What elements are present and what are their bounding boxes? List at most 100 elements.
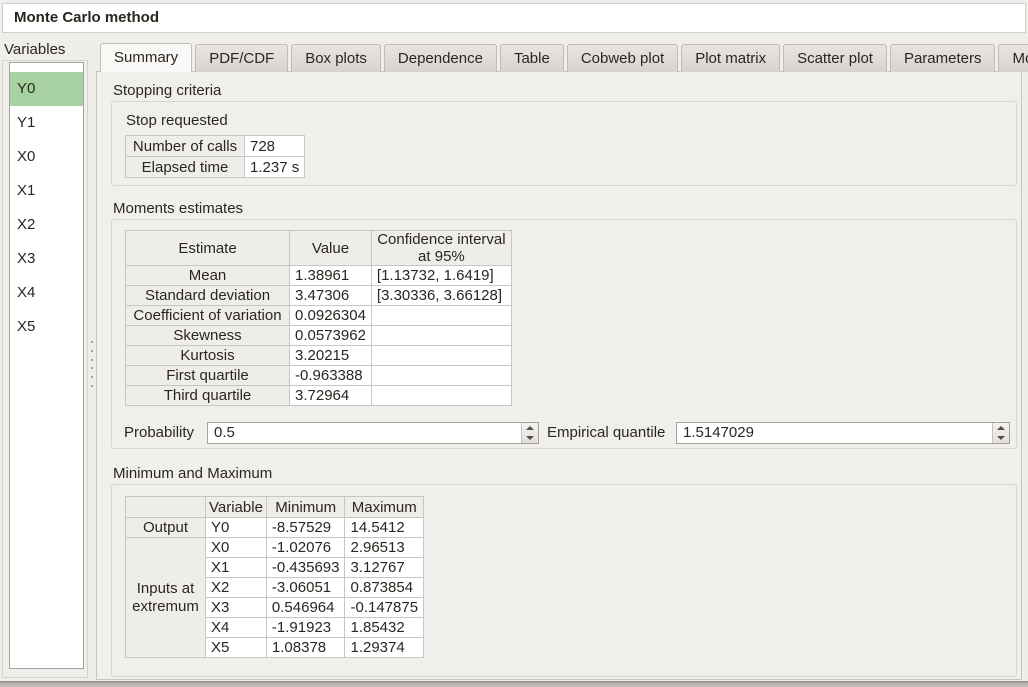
estimate-ci-cell <box>371 366 511 386</box>
tab-pdf-cdf[interactable]: PDF/CDF <box>195 44 288 72</box>
tab-bar: Summary PDF/CDF Box plots Dependence Tab… <box>100 43 1028 72</box>
estimate-label-cell: Mean <box>126 266 290 286</box>
minimum-cell: -1.91923 <box>266 618 345 638</box>
tab-scatter-plot[interactable]: Scatter plot <box>783 44 887 72</box>
sidebar-item-y1[interactable]: Y1 <box>10 106 83 140</box>
maximum-cell: 1.29374 <box>345 638 424 658</box>
tab-table[interactable]: Table <box>500 44 564 72</box>
minimum-cell: -0.435693 <box>266 558 345 578</box>
tab-parameters[interactable]: Parameters <box>890 44 996 72</box>
estimate-ci-cell <box>371 386 511 406</box>
sidebar-item-x4[interactable]: X4 <box>10 276 83 310</box>
estimate-label-cell: Third quartile <box>126 386 290 406</box>
variable-cell: X1 <box>206 558 267 578</box>
variable-cell: X5 <box>206 638 267 658</box>
tab-pane-summary: Stopping criteria Stop requested Number … <box>96 71 1022 680</box>
stopping-criteria-title: Stopping criteria <box>113 82 221 99</box>
probability-spinbox[interactable]: 0.5 <box>207 422 539 444</box>
table-row: Inputs at extremum X0 -1.02076 2.96513 <box>126 538 424 558</box>
table-row: Standard deviation 3.47306 [3.30336, 3.6… <box>126 286 512 306</box>
stopping-row-value: 728 <box>245 136 305 157</box>
estimate-value-cell: 1.38961 <box>290 266 372 286</box>
spin-down-button[interactable] <box>522 433 538 443</box>
maximum-cell: 14.5412 <box>345 518 424 538</box>
estimate-ci-cell <box>371 306 511 326</box>
moments-estimates-group: Estimate Value Confidence interval at 95… <box>111 219 1017 449</box>
spin-up-button[interactable] <box>993 423 1009 433</box>
minimum-cell: 0.546964 <box>266 598 345 618</box>
minmax-header-maximum: Maximum <box>345 497 424 518</box>
estimate-label-cell: Coefficient of variation <box>126 306 290 326</box>
tab-box-plots[interactable]: Box plots <box>291 44 381 72</box>
estimate-value-cell: -0.963388 <box>290 366 372 386</box>
minimum-cell: -1.02076 <box>266 538 345 558</box>
sidebar-item-x1[interactable]: X1 <box>10 174 83 208</box>
estimate-label-cell: Standard deviation <box>126 286 290 306</box>
spin-down-button[interactable] <box>993 433 1009 443</box>
estimate-value-cell: 3.47306 <box>290 286 372 306</box>
minimum-cell: -3.06051 <box>266 578 345 598</box>
moments-header-value: Value <box>290 231 372 266</box>
quantile-spin-buttons <box>992 423 1009 443</box>
table-row: Number of calls 728 <box>126 136 305 157</box>
table-row: First quartile -0.963388 <box>126 366 512 386</box>
table-header-row: Variable Minimum Maximum <box>126 497 424 518</box>
variable-cell: Y0 <box>206 518 267 538</box>
moments-estimates-title: Moments estimates <box>113 200 243 217</box>
sidebar-item-x5[interactable]: X5 <box>10 310 83 344</box>
estimate-value-cell: 0.0926304 <box>290 306 372 326</box>
inputs-group-cell: Inputs at extremum <box>126 538 206 658</box>
table-row: Elapsed time 1.237 s <box>126 157 305 178</box>
estimate-ci-cell <box>371 346 511 366</box>
estimate-ci-cell <box>371 326 511 346</box>
tab-summary[interactable]: Summary <box>100 43 192 72</box>
stopping-table: Number of calls 728 Elapsed time 1.237 s <box>125 135 305 178</box>
tab-dependence[interactable]: Dependence <box>384 44 497 72</box>
variables-list[interactable]: Y0 Y1 X0 X1 X2 X3 X4 X5 <box>9 62 84 669</box>
stopping-row-value: 1.237 s <box>245 157 305 178</box>
moments-header-confidence-interval: Confidence interval at 95% <box>371 231 511 266</box>
table-row: Mean 1.38961 [1.13732, 1.6419] <box>126 266 512 286</box>
output-group-cell: Output <box>126 518 206 538</box>
window-bottom-edge <box>0 681 1028 687</box>
tab-model[interactable]: Model <box>998 44 1028 72</box>
estimate-label-cell: First quartile <box>126 366 290 386</box>
probability-spin-buttons <box>521 423 538 443</box>
table-row: Output Y0 -8.57529 14.5412 <box>126 518 424 538</box>
stop-requested-status: Stop requested <box>126 112 228 129</box>
minimum-maximum-title: Minimum and Maximum <box>113 465 272 482</box>
estimate-label-cell: Skewness <box>126 326 290 346</box>
minimum-cell: 1.08378 <box>266 638 345 658</box>
moments-table: Estimate Value Confidence interval at 95… <box>125 230 512 406</box>
sidebar-item-x2[interactable]: X2 <box>10 208 83 242</box>
table-row: Skewness 0.0573962 <box>126 326 512 346</box>
minimum-cell: -8.57529 <box>266 518 345 538</box>
probability-label: Probability <box>124 422 194 444</box>
probability-value[interactable]: 0.5 <box>208 423 521 443</box>
tab-cobweb-plot[interactable]: Cobweb plot <box>567 44 678 72</box>
maximum-cell: -0.147875 <box>345 598 424 618</box>
stopping-row-label: Number of calls <box>126 136 245 157</box>
maximum-cell: 3.12767 <box>345 558 424 578</box>
sidebar-item-y0[interactable]: Y0 <box>10 72 83 106</box>
sidebar-item-x3[interactable]: X3 <box>10 242 83 276</box>
variable-cell: X3 <box>206 598 267 618</box>
minmax-header-empty <box>126 497 206 518</box>
empirical-quantile-spinbox[interactable]: 1.5147029 <box>676 422 1010 444</box>
splitter-handle[interactable] <box>90 341 93 387</box>
maximum-cell: 1.85432 <box>345 618 424 638</box>
variable-cell: X2 <box>206 578 267 598</box>
empirical-quantile-value[interactable]: 1.5147029 <box>677 423 992 443</box>
sidebar-item-x0[interactable]: X0 <box>10 140 83 174</box>
estimate-value-cell: 0.0573962 <box>290 326 372 346</box>
minmax-table: Variable Minimum Maximum Output Y0 -8.57… <box>125 496 424 658</box>
estimate-label-cell: Kurtosis <box>126 346 290 366</box>
minmax-header-minimum: Minimum <box>266 497 345 518</box>
maximum-cell: 2.96513 <box>345 538 424 558</box>
estimate-value-cell: 3.72964 <box>290 386 372 406</box>
tab-plot-matrix[interactable]: Plot matrix <box>681 44 780 72</box>
table-row: Kurtosis 3.20215 <box>126 346 512 366</box>
variable-cell: X0 <box>206 538 267 558</box>
maximum-cell: 0.873854 <box>345 578 424 598</box>
spin-up-button[interactable] <box>522 423 538 433</box>
